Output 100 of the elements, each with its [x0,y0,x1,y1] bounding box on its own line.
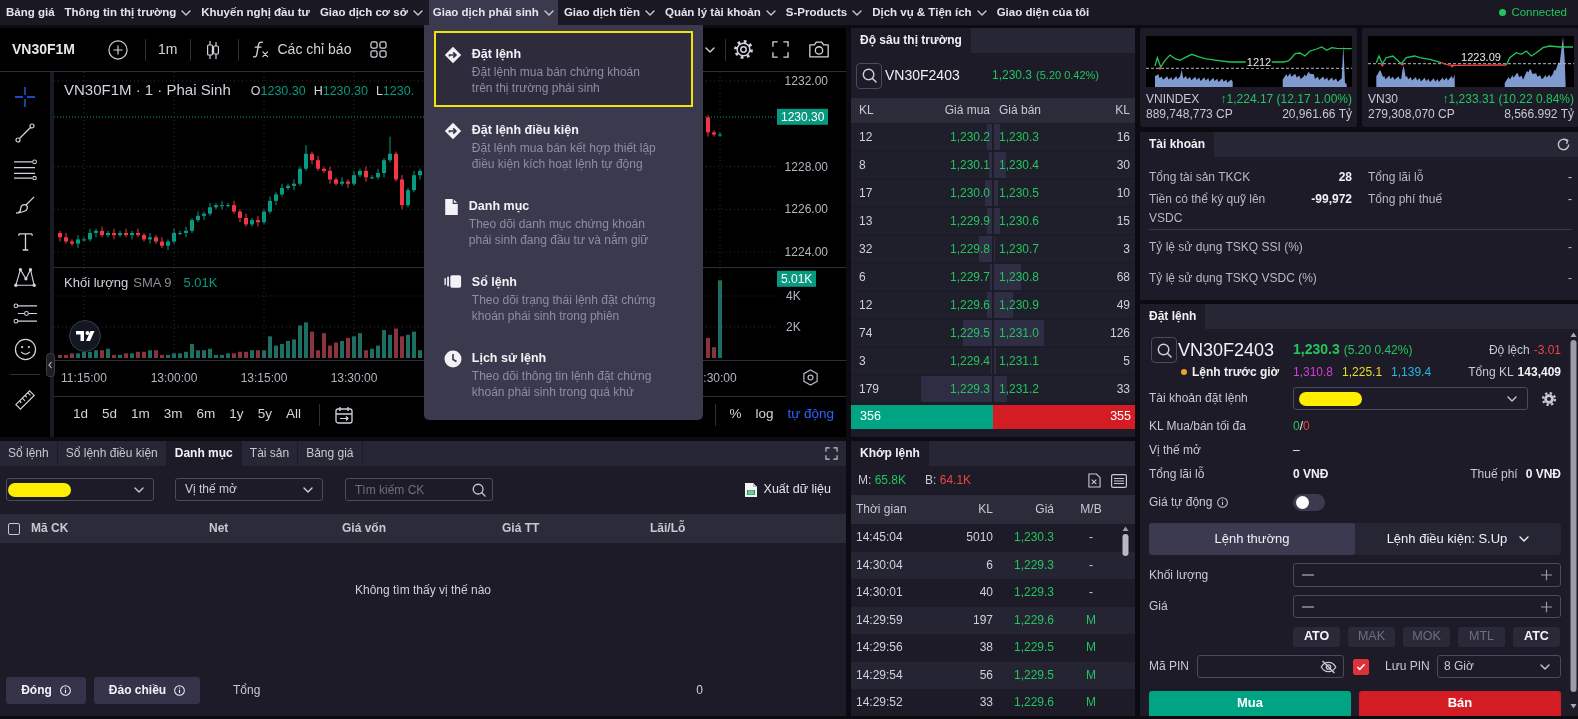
range-button[interactable]: 5y [250,406,279,423]
bid-volume: 32 [859,241,873,257]
volume-bar [238,351,242,358]
volume-bar [244,351,248,358]
range-button[interactable]: 6m [189,406,223,423]
eye-slash-icon[interactable] [1320,659,1337,674]
nav-menu-item[interactable]: Bảng giá [2,0,59,25]
parallel-lines-icon[interactable] [12,302,38,324]
action-button[interactable]: Đảo chiều [94,677,200,704]
order-type-tab[interactable]: Lệnh điều kiện: S.Up [1355,523,1561,555]
symbol-selector[interactable]: VN30F1M [12,40,76,59]
search-button[interactable] [1151,337,1177,363]
layout-grid-icon[interactable] [370,41,388,58]
settings-icon[interactable] [734,40,753,59]
info-icon[interactable] [1217,497,1229,508]
nav-menu-item[interactable]: Giao dịch phái sinh [428,0,558,25]
index-card[interactable]: 1223.09 VN30 ↑1,233.31 (10.22 0.84%) 279,308,070 CP 8,566.992 Tỷ [1362,28,1578,127]
nav-menu-item[interactable]: Giao diện của tôi [992,0,1094,25]
menu-item[interactable]: Đặt lệnh điều kiện Đặt lệnh mua bán kết hợp thiết lập điều kiện kích hoạt lệnh tự động [433,107,693,183]
quantity-field[interactable] [1293,563,1561,587]
pin-field[interactable] [1197,655,1344,678]
menu-item[interactable]: Đặt lệnh Đặt lệnh mua bán chứng khoán trên thị trường phái sinh [433,31,693,107]
range-button[interactable]: 1d [66,406,96,423]
save-pin-checkbox[interactable] [1353,658,1369,675]
position-filter-select[interactable]: Vị thế mở [175,478,323,501]
panel-tab[interactable]: Độ sâu thị trường [851,28,971,53]
panel-tab[interactable]: Tài khoản [1140,132,1214,157]
index-card[interactable]: 1212 VNINDEX ↑1,224.17 (12.17 1.00%) 889,748,773 CP 20,961.66 Tỷ [1140,28,1357,127]
range-button[interactable]: 1y [222,406,251,423]
sell-button[interactable]: Bán [1359,691,1561,716]
select-all-checkbox[interactable] [8,522,20,535]
panel-tab[interactable]: Danh mục [166,441,242,466]
nav-menu-item[interactable]: Khuyến nghị đầu tư [197,0,314,25]
plus-icon[interactable] [1541,601,1552,612]
refresh-icon[interactable] [1556,137,1571,152]
nav-menu-item[interactable]: Thông tin thị trường [60,0,196,25]
menu-item[interactable]: Danh mục Theo dõi danh mục chứng khoán phái sinh đang đầu tư và nắm giữ [433,183,693,259]
scale-option[interactable]: % [722,406,749,423]
auto-price-toggle[interactable] [1293,494,1325,511]
line-tool-icon[interactable] [14,122,36,144]
text-tool-icon[interactable] [16,230,34,252]
camera-icon[interactable] [808,40,830,59]
nav-menu-item[interactable]: Quản lý tài khoản [660,0,780,25]
candle [412,170,416,193]
settings-icon[interactable] [802,369,819,386]
calendar-icon[interactable] [334,405,353,424]
candlestick-icon[interactable] [206,39,221,60]
candle [196,211,200,223]
panel-tab[interactable]: Sổ lệnh [0,441,58,466]
brush-icon[interactable] [13,194,37,216]
menu-item[interactable]: Lịch sử lệnh Theo dõi thông tin lệnh đặt chứng khoán phái sinh trong quá khứ [433,335,693,411]
interval-button[interactable]: 1m [158,40,178,59]
panel-tab[interactable]: Bảng giá [298,441,363,466]
range-button[interactable]: All [278,406,308,423]
duration-select[interactable]: 8 Giờ [1437,655,1561,678]
search-field[interactable]: Tìm kiếm CK [345,478,493,501]
field-label: Tổng phí thuế [1367,191,1444,208]
volume-bar [190,344,194,358]
minus-icon[interactable] [1302,605,1314,608]
range-button[interactable]: 5d [95,406,125,423]
indicators-button[interactable]: Các chỉ báo [252,40,352,59]
crosshair-icon[interactable] [14,86,36,108]
plus-icon[interactable] [1541,569,1552,581]
nav-menu-item[interactable]: S-Products [781,0,867,25]
scale-option[interactable]: log [748,406,781,423]
fib-levels-icon[interactable] [12,158,38,180]
account-select[interactable] [6,478,154,501]
logo-icon[interactable] [69,320,101,352]
settings-icon[interactable] [1541,390,1557,407]
range-button[interactable]: 3m [156,406,190,423]
range-button[interactable]: 1m [124,406,157,423]
price-type-button[interactable]: ATC [1513,627,1560,647]
pattern-icon[interactable] [13,266,37,288]
expand-icon[interactable] [825,447,838,460]
scrollbar[interactable] [1122,525,1129,556]
search-button[interactable] [856,62,882,89]
order-type-tab[interactable]: Lệnh thường [1149,523,1355,555]
nav-menu-item[interactable]: Dịch vụ & Tiện ích [868,0,991,25]
nav-menu-item[interactable]: Giao dịch tiền [559,0,659,25]
scrollbar[interactable] [1570,331,1577,710]
chevron-down-icon[interactable] [705,46,715,53]
export-button[interactable]: Xuất dữ liệu [743,481,831,498]
panel-tab[interactable]: Sổ lệnh điều kiện [57,441,167,466]
price-field[interactable] [1293,595,1561,618]
panel-tab[interactable]: Khớp lệnh [851,441,929,466]
plus-circle-icon[interactable] [108,39,129,60]
collapse-handle-icon[interactable] [46,353,55,377]
price-type-button[interactable]: ATO [1293,627,1340,647]
menu-item[interactable]: Sổ lệnh Theo dõi trạng thái lệnh đặt chứng khoán phái sinh trong phiên [433,259,693,335]
spreadsheet-icon[interactable] [1088,473,1101,488]
scale-option[interactable]: tự động [780,406,841,423]
smiley-icon[interactable] [13,337,37,361]
account-select[interactable] [1293,387,1528,410]
fullscreen-icon[interactable] [772,41,789,58]
panel-tab[interactable]: Tài sản [241,441,299,466]
ruler-icon[interactable] [14,389,36,411]
panel-tab[interactable]: Đặt lệnh [1140,304,1206,329]
action-button[interactable]: Đóng [6,677,86,704]
nav-menu-item[interactable]: Giao dịch cơ sở [315,0,427,25]
list-icon[interactable] [1111,473,1127,488]
